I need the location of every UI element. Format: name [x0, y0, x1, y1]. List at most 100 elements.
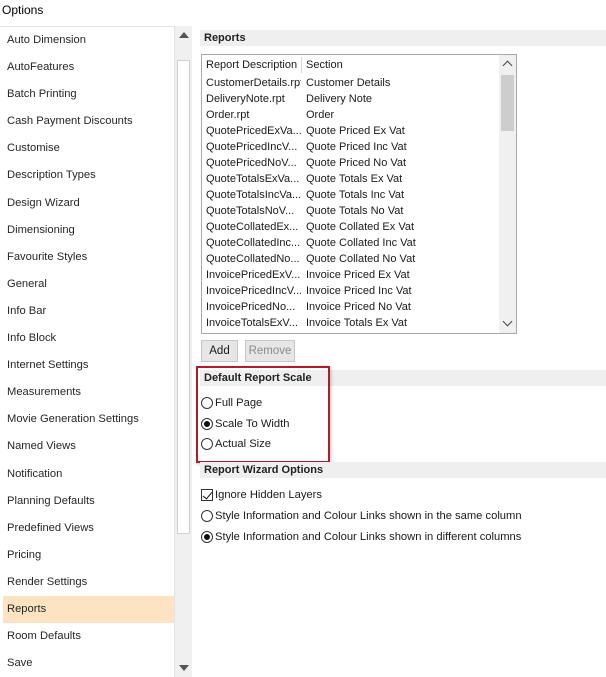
nav-item-room-defaults[interactable]: Room Defaults — [0, 623, 174, 650]
report-description-cell: QuoteCollatedEx... — [206, 221, 299, 233]
nav-item-general[interactable]: General — [0, 271, 174, 298]
section-cell: Invoice Priced No Vat — [306, 301, 411, 313]
table-row[interactable]: QuoteTotalsIncVa... Quote Totals Inc Vat — [202, 187, 498, 203]
column-separator[interactable] — [301, 57, 302, 73]
report-description-cell: CustomerDetails.rpt — [206, 77, 301, 89]
table-row[interactable]: QuoteTotalsExVa... Quote Totals Ex Vat — [202, 171, 498, 187]
nav-item-planning-defaults[interactable]: Planning Defaults — [0, 488, 174, 515]
radio-button[interactable] — [201, 531, 213, 543]
nav-item-batch-printing[interactable]: Batch Printing — [0, 81, 174, 108]
radio-button[interactable] — [201, 418, 213, 430]
report-list-header: Report Description Section — [202, 55, 498, 75]
table-row[interactable]: Order.rpt Order — [202, 107, 498, 123]
nav-item-info-bar[interactable]: Info Bar — [0, 298, 174, 325]
scroll-down-button[interactable] — [176, 660, 191, 676]
nav-item-cash-payment-discounts[interactable]: Cash Payment Discounts — [0, 108, 174, 135]
report-description-cell: QuoteTotalsNoV... — [206, 205, 295, 217]
table-row[interactable]: QuotePricedExVa... Quote Priced Ex Vat — [202, 123, 498, 139]
report-list-scrollbar[interactable] — [499, 55, 516, 333]
chevron-down-icon — [502, 316, 513, 327]
section-cell: Quote Collated Ex Vat — [306, 221, 415, 233]
table-row[interactable]: QuoteCollatedInc... Quote Collated Inc Va… — [202, 235, 498, 251]
section-cell: Invoice Priced Ex Vat — [306, 269, 410, 281]
radio-label: Style Information and Colour Links shown… — [215, 510, 522, 522]
reports-section-header: Reports — [200, 30, 606, 46]
column-header-section[interactable]: Section — [306, 59, 343, 71]
list-scrollbar-thumb[interactable] — [501, 75, 514, 131]
nav-item-reports[interactable]: Reports — [3, 595, 174, 624]
scroll-up-button[interactable] — [176, 27, 191, 43]
table-row[interactable]: QuoteCollatedNo... Quote Collated No Vat — [202, 251, 498, 267]
table-row[interactable]: QuoteCollatedEx... Quote Collated Ex Vat — [202, 219, 498, 235]
triangle-down-icon — [179, 665, 189, 671]
report-description-cell: Order.rpt — [206, 109, 250, 121]
nav-item-info-block[interactable]: Info Block — [0, 325, 174, 352]
table-row[interactable]: InvoiceTotalsExV... Invoice Totals Ex Vat — [202, 315, 498, 331]
report-description-cell: InvoicePricedIncV... — [206, 285, 301, 297]
section-cell: Quote Priced Ex Vat — [306, 125, 405, 137]
report-description-cell: QuotePricedExVa... — [206, 125, 301, 137]
list-scroll-up-button[interactable] — [500, 56, 515, 72]
report-list-rows: CustomerDetails.rpt Customer Details Deliv… — [202, 75, 498, 331]
nav-item-design-wizard[interactable]: Design Wizard — [0, 190, 174, 217]
nav-item-measurements[interactable]: Measurements — [0, 379, 174, 406]
nav-item-render-settings[interactable]: Render Settings — [0, 569, 174, 596]
section-cell: Order — [306, 109, 335, 121]
report-description-cell: InvoiceTotalsExV... — [206, 317, 298, 329]
nav-item-named-views[interactable]: Named Views — [0, 433, 174, 460]
report-description-cell: InvoicePricedNo... — [206, 301, 296, 313]
nav-item-description-types[interactable]: Description Types — [0, 162, 174, 189]
report-description-cell: QuoteTotalsIncVa... — [206, 189, 301, 201]
table-row[interactable]: QuotePricedNoV... Quote Priced No Vat — [202, 155, 498, 171]
section-cell: Quote Totals Inc Vat — [306, 189, 405, 201]
nav-item-notification[interactable]: Notification — [0, 461, 174, 488]
report-description-cell: InvoicePricedExV... — [206, 269, 301, 281]
section-cell: Customer Details — [306, 77, 391, 89]
section-cell: Invoice Priced Inc Vat — [306, 285, 412, 297]
radio-button[interactable] — [201, 438, 213, 450]
nav-item-predefined-views[interactable]: Predefined Views — [0, 515, 174, 542]
column-header-report-description[interactable]: Report Description — [206, 59, 297, 71]
section-cell: Quote Priced No Vat — [306, 157, 407, 169]
nav-item-pricing[interactable]: Pricing — [0, 542, 174, 569]
table-row[interactable]: InvoicePricedNo... Invoice Priced No Vat — [202, 299, 498, 315]
add-button[interactable]: Add — [201, 340, 238, 362]
category-list-scrollbar[interactable] — [174, 26, 192, 677]
nav-item-autofeatures[interactable]: AutoFeatures — [0, 54, 174, 81]
table-row[interactable]: DeliveryNote.rpt Delivery Note — [202, 91, 498, 107]
default-report-scale-header: Default Report Scale — [200, 370, 606, 386]
table-row[interactable]: InvoicePricedExV... Invoice Priced Ex Vat — [202, 267, 498, 283]
table-row[interactable]: InvoicePricedIncV... Invoice Priced Inc V… — [202, 283, 498, 299]
nav-item-dimensioning[interactable]: Dimensioning — [0, 217, 174, 244]
nav-item-favourite-styles[interactable]: Favourite Styles — [0, 244, 174, 271]
nav-item-auto-dimension[interactable]: Auto Dimension — [0, 27, 174, 54]
table-row[interactable]: QuoteTotalsNoV... Quote Totals No Vat — [202, 203, 498, 219]
report-description-cell: QuoteCollatedNo... — [206, 253, 300, 265]
radio-button[interactable] — [201, 397, 213, 409]
scrollbar-thumb[interactable] — [177, 60, 190, 534]
checkbox[interactable] — [201, 489, 213, 501]
nav-item-internet-settings[interactable]: Internet Settings — [0, 352, 174, 379]
section-cell: Quote Collated Inc Vat — [306, 237, 416, 249]
section-cell: Quote Totals Ex Vat — [306, 173, 403, 185]
report-description-cell: QuoteTotalsExVa... — [206, 173, 300, 185]
chevron-up-icon — [502, 60, 513, 71]
list-scroll-down-button[interactable] — [500, 316, 515, 332]
nav-item-customise[interactable]: Customise — [0, 135, 174, 162]
report-description-cell: DeliveryNote.rpt — [206, 93, 285, 105]
section-cell: Delivery Note — [306, 93, 373, 105]
nav-item-save[interactable]: Save — [0, 650, 174, 677]
report-list[interactable]: Report Description Section CustomerDetai… — [201, 54, 517, 334]
section-cell: Quote Collated No Vat — [306, 253, 416, 265]
triangle-up-icon — [179, 32, 189, 38]
radio-label: Actual Size — [215, 438, 271, 450]
section-cell: Quote Totals No Vat — [306, 205, 404, 217]
table-row[interactable]: QuotePricedIncV... Quote Priced Inc Vat — [202, 139, 498, 155]
radio-button[interactable] — [201, 510, 213, 522]
options-category-list[interactable]: Auto Dimension AutoFeatures Batch Printing… — [0, 26, 174, 677]
report-wizard-options-header: Report Wizard Options — [200, 462, 606, 478]
remove-button[interactable]: Remove — [245, 340, 295, 362]
nav-item-movie-generation-settings[interactable]: Movie Generation Settings — [0, 406, 174, 433]
table-row[interactable]: CustomerDetails.rpt Customer Details — [202, 75, 498, 91]
report-description-cell: QuoteCollatedInc... — [206, 237, 301, 249]
